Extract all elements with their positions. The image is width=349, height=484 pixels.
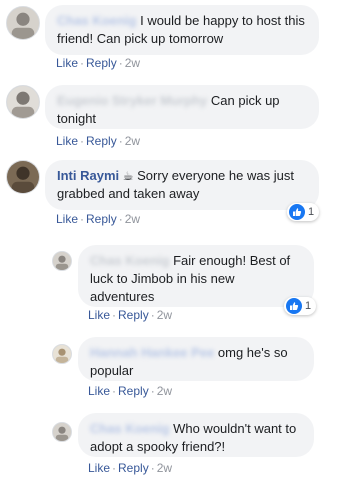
timestamp[interactable]: 2w xyxy=(157,384,172,398)
like-link[interactable]: Like xyxy=(88,384,110,398)
timestamp[interactable]: 2w xyxy=(125,56,140,70)
reaction-count[interactable]: 1 xyxy=(287,203,320,221)
comment-author[interactable]: Chas Koenig xyxy=(57,13,136,28)
comment-actions: Like · Reply · 2w xyxy=(56,212,140,226)
comment-bubble: Chas Koenig I would be happy to host thi… xyxy=(45,5,319,55)
avatar[interactable] xyxy=(6,6,40,40)
avatar-image xyxy=(7,161,39,193)
like-link[interactable]: Like xyxy=(56,134,78,148)
like-link[interactable]: Like xyxy=(88,308,110,322)
avatar-image xyxy=(53,423,71,441)
reaction-number: 1 xyxy=(305,300,312,312)
reply-author[interactable]: Hannah Hankee Pee xyxy=(90,345,214,360)
comment-actions: Like · Reply · 2w xyxy=(56,56,140,70)
avatar-image xyxy=(7,86,39,118)
separator: · xyxy=(112,461,117,475)
reply-link[interactable]: Reply xyxy=(86,134,117,148)
separator: · xyxy=(118,56,123,70)
thumbs-up-icon xyxy=(286,298,302,314)
separator: · xyxy=(150,308,155,322)
reply-actions: Like · Reply · 2w xyxy=(88,308,172,322)
avatar[interactable] xyxy=(6,160,40,194)
reaction-number: 1 xyxy=(308,206,315,218)
separator: · xyxy=(80,212,85,226)
reply-link[interactable]: Reply xyxy=(86,56,117,70)
avatar-image xyxy=(53,252,71,270)
like-link[interactable]: Like xyxy=(88,461,110,475)
avatar[interactable] xyxy=(6,85,40,119)
reply: Chas Koenig Who wouldn't want to adopt a… xyxy=(0,408,349,484)
avatar[interactable] xyxy=(52,251,72,271)
comment: Inti Raymi ☕ Sorry everyone he was just … xyxy=(0,155,349,237)
like-link[interactable]: Like xyxy=(56,212,78,226)
separator: · xyxy=(118,212,123,226)
comment-actions: Like · Reply · 2w xyxy=(56,134,140,148)
comment: Chas Koenig I would be happy to host thi… xyxy=(0,0,349,80)
reply-author[interactable]: Chas Koenig xyxy=(90,253,169,268)
separator: · xyxy=(150,461,155,475)
comment: Eugenio Stryker Murphy Can pick up tonig… xyxy=(0,80,349,155)
reply-link[interactable]: Reply xyxy=(118,384,149,398)
timestamp[interactable]: 2w xyxy=(125,134,140,148)
reply-link[interactable]: Reply xyxy=(86,212,117,226)
avatar-image xyxy=(7,7,39,39)
reply-link[interactable]: Reply xyxy=(118,308,149,322)
avatar[interactable] xyxy=(52,422,72,442)
avatar[interactable] xyxy=(52,344,72,364)
separator: · xyxy=(80,134,85,148)
timestamp[interactable]: 2w xyxy=(125,212,140,226)
reply-bubble: Hannah Hankee Pee omg he's so popular xyxy=(78,337,314,381)
comment-bubble: Inti Raymi ☕ Sorry everyone he was just … xyxy=(45,160,319,210)
reply: Hannah Hankee Pee omg he's so popular Li… xyxy=(0,332,349,408)
timestamp[interactable]: 2w xyxy=(157,461,172,475)
reply: Chas Koenig Fair enough! Best of luck to… xyxy=(0,237,349,332)
reply-link[interactable]: Reply xyxy=(118,461,149,475)
reply-bubble: Chas Koenig Fair enough! Best of luck to… xyxy=(78,245,314,307)
separator: · xyxy=(118,134,123,148)
reply-author[interactable]: Chas Koenig xyxy=(90,421,169,436)
comment-author[interactable]: Eugenio Stryker Murphy xyxy=(57,93,207,108)
reply-bubble: Chas Koenig Who wouldn't want to adopt a… xyxy=(78,413,314,457)
reply-actions: Like · Reply · 2w xyxy=(88,461,172,475)
separator: · xyxy=(112,308,117,322)
timestamp[interactable]: 2w xyxy=(157,308,172,322)
separator: · xyxy=(80,56,85,70)
coffee-icon: ☕ xyxy=(122,169,134,183)
reply-actions: Like · Reply · 2w xyxy=(88,384,172,398)
comment-author[interactable]: Inti Raymi xyxy=(57,168,119,183)
separator: · xyxy=(150,384,155,398)
reaction-count[interactable]: 1 xyxy=(284,297,317,315)
avatar-image xyxy=(53,345,71,363)
thumbs-up-icon xyxy=(289,204,305,220)
comment-bubble: Eugenio Stryker Murphy Can pick up tonig… xyxy=(45,85,319,129)
separator: · xyxy=(112,384,117,398)
like-link[interactable]: Like xyxy=(56,56,78,70)
